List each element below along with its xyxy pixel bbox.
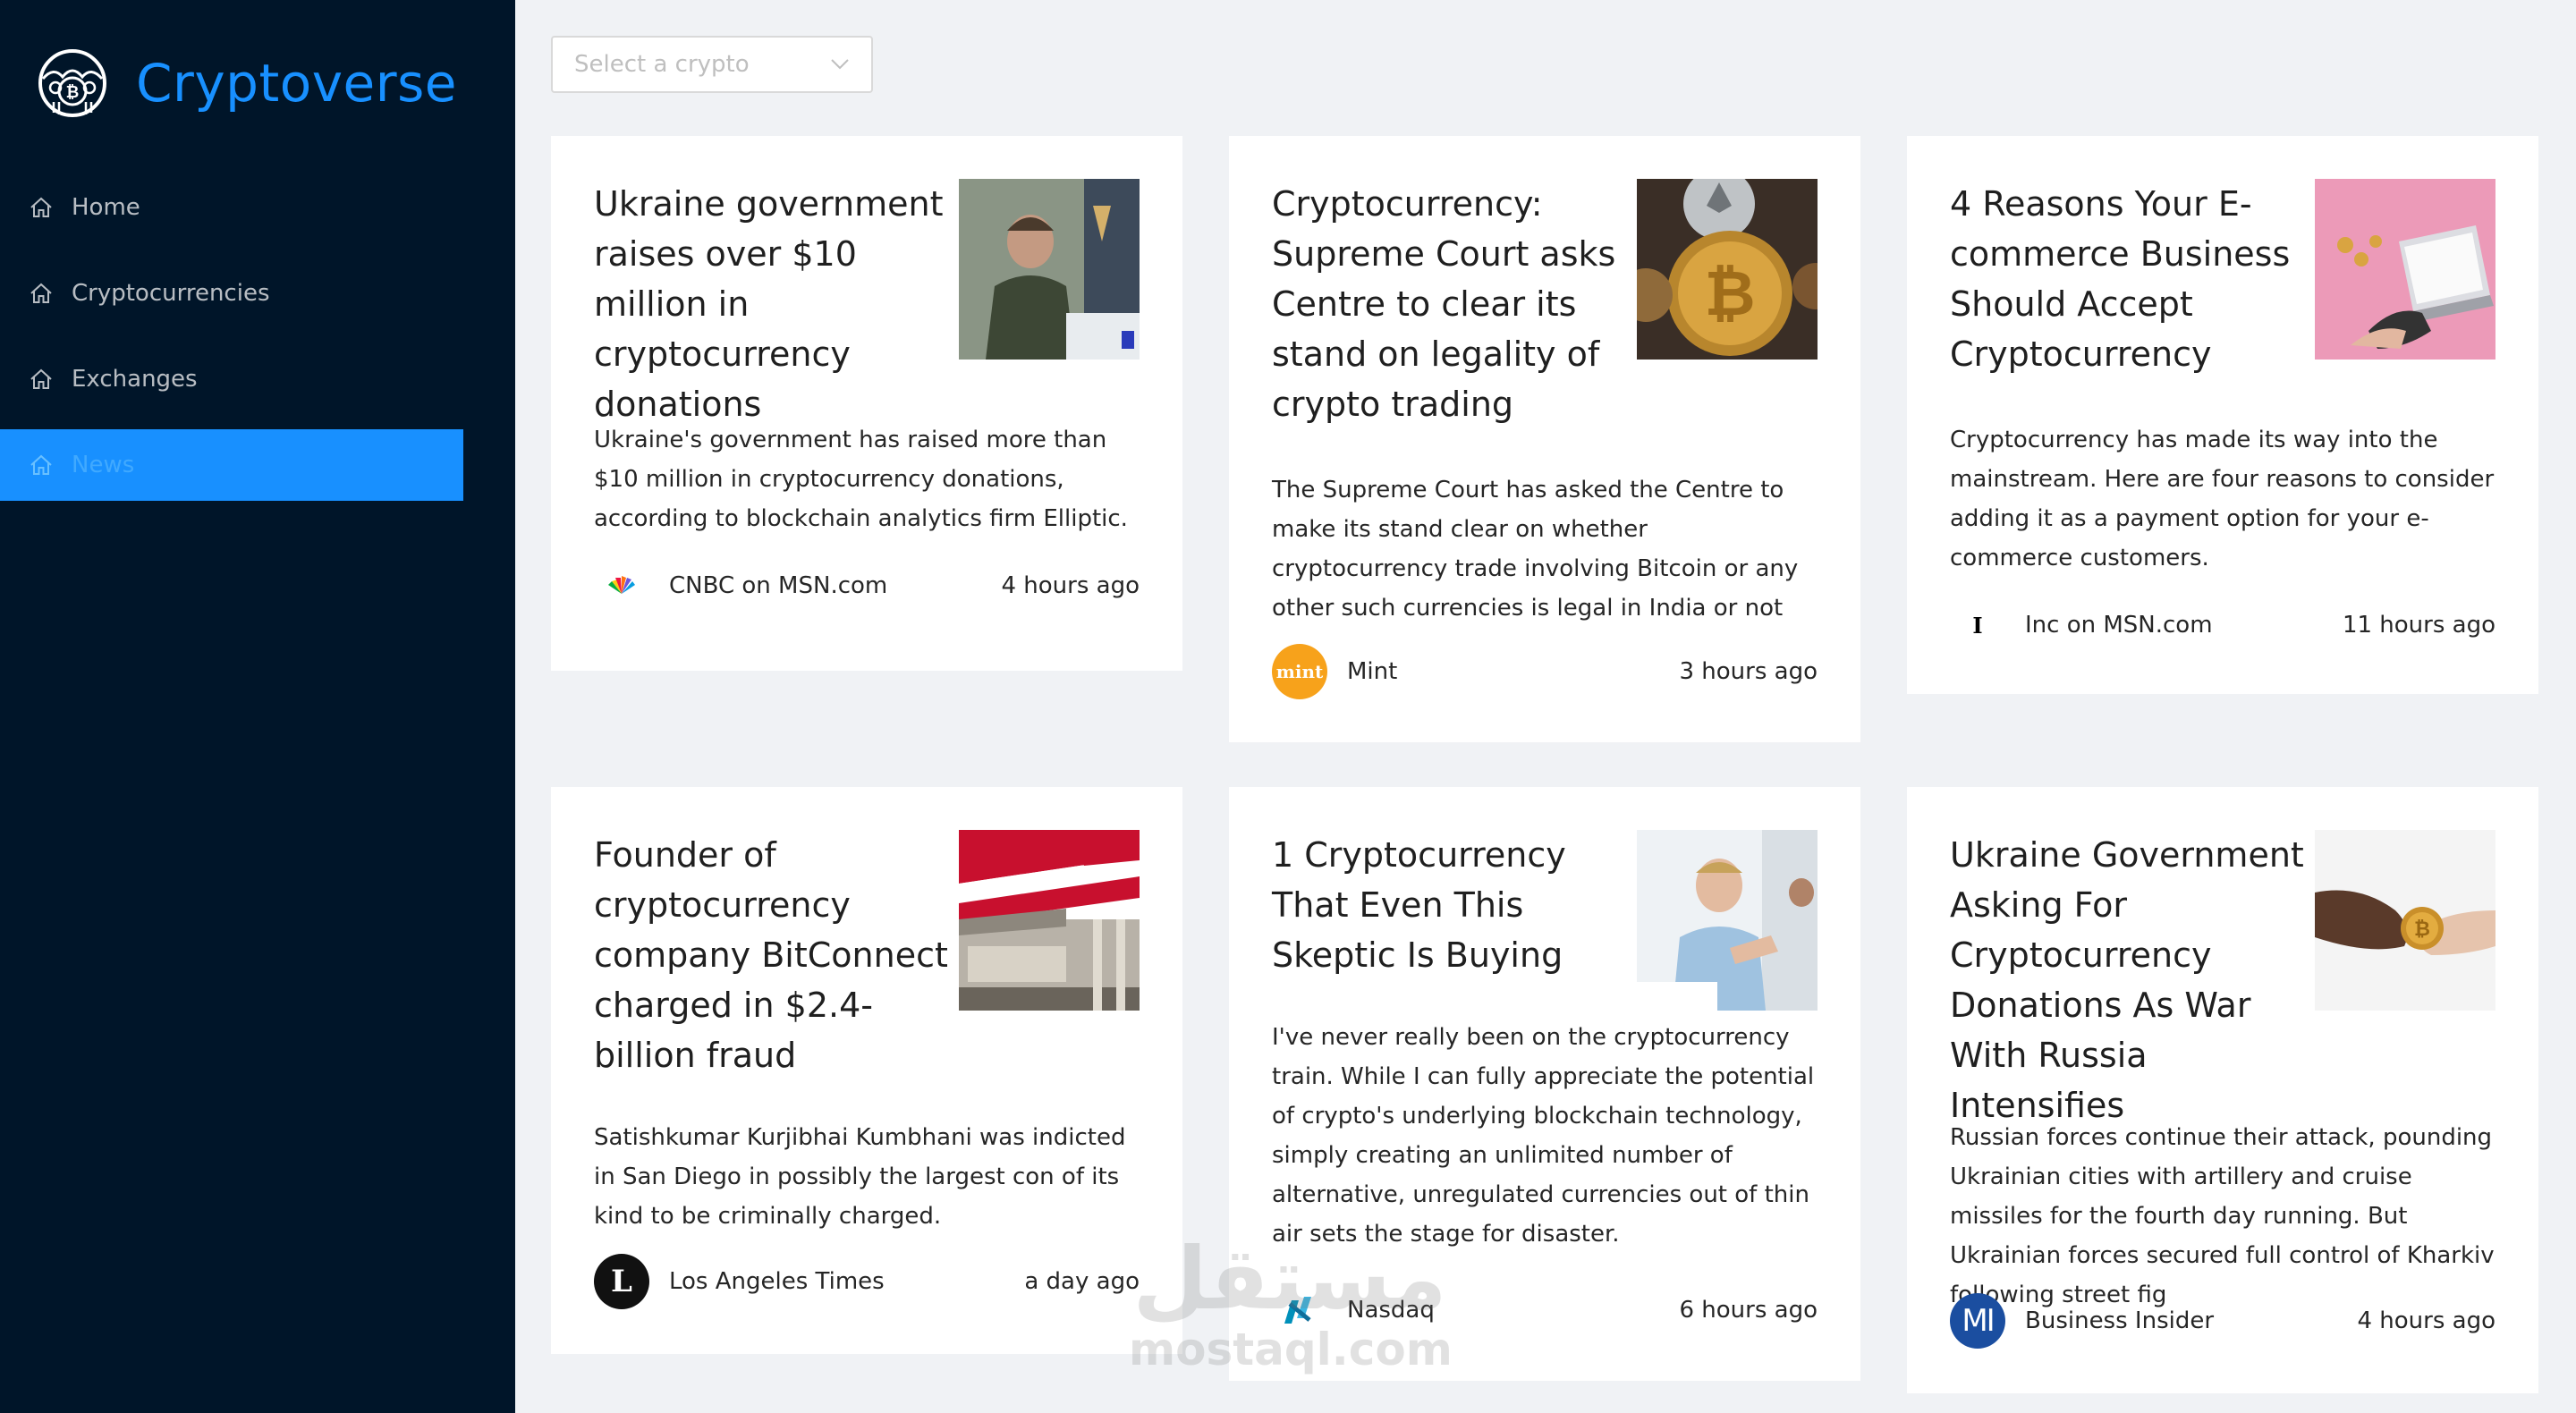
mint-logo-icon: mint <box>1272 644 1327 699</box>
business-insider-logo-icon: MI <box>1950 1293 2005 1349</box>
news-footer: CNBC on MSN.com 4 hours ago <box>594 558 1140 613</box>
home-icon <box>30 454 52 475</box>
news-provider: I Inc on MSN.com <box>1950 597 2213 653</box>
sidebar-item-label: Exchanges <box>72 366 198 393</box>
home-icon <box>30 283 52 303</box>
sidebar-item-news[interactable]: News <box>0 429 463 501</box>
brand[interactable]: ₿ Cryptoverse <box>36 47 457 120</box>
business-insider-logo-text: MI <box>1962 1303 1995 1339</box>
news-card[interactable]: Founder of cryptocurrency company BitCon… <box>551 787 1182 1354</box>
news-provider: CNBC on MSN.com <box>594 558 887 613</box>
svg-text:₿: ₿ <box>1704 257 1755 330</box>
sidebar-item-label: Cryptocurrencies <box>72 280 270 307</box>
svg-text:₿: ₿ <box>2414 918 2430 941</box>
news-provider: Nasdaq <box>1272 1282 1435 1338</box>
news-time: 4 hours ago <box>1001 572 1140 599</box>
news-time: 11 hours ago <box>2342 612 2496 639</box>
news-card[interactable]: Ukraine Government Asking For Cryptocurr… <box>1907 787 2538 1393</box>
mint-logo-text: mint <box>1275 661 1324 682</box>
home-icon <box>30 197 52 217</box>
nbc-peacock-icon <box>594 558 649 613</box>
news-provider: L Los Angeles Times <box>594 1254 885 1309</box>
news-title[interactable]: Ukraine Government Asking For Cryptocurr… <box>1950 830 2315 1130</box>
app-title: Cryptoverse <box>136 53 457 114</box>
news-description: I've never really been on the cryptocurr… <box>1272 1024 1815 1248</box>
news-image[interactable] <box>959 179 1140 360</box>
sidebar-item-label: Home <box>72 194 140 221</box>
crypto-select[interactable]: Select a crypto <box>551 36 873 93</box>
provider-name: Business Insider <box>2025 1307 2215 1334</box>
news-description: Ukraine's government has raised more tha… <box>594 427 1128 532</box>
nasdaq-logo-icon <box>1272 1282 1327 1338</box>
news-title[interactable]: 1 Cryptocurrency That Even This Skeptic … <box>1272 830 1637 980</box>
cryptoverse-logo-icon: ₿ <box>38 49 106 117</box>
inc-logo-icon: I <box>1950 597 2005 653</box>
la-times-logo-icon: L <box>594 1254 649 1309</box>
news-description: Satishkumar Kurjibhai Kumbhani was indic… <box>594 1124 1126 1230</box>
news-card[interactable]: Cryptocurrency: Supreme Court asks Centr… <box>1229 136 1860 742</box>
inc-logo-text: I <box>1972 612 1983 639</box>
news-footer: Nasdaq 6 hours ago <box>1272 1282 1818 1338</box>
sidebar: ₿ Cryptoverse Home Cryptocurrencies Exch… <box>0 0 515 1413</box>
news-description: Cryptocurrency has made its way into the… <box>1950 427 2495 571</box>
news-provider: mint Mint <box>1272 644 1397 699</box>
news-card[interactable]: 1 Cryptocurrency That Even This Skeptic … <box>1229 787 1860 1381</box>
home-icon <box>30 368 52 389</box>
news-title[interactable]: Ukraine government raises over $10 milli… <box>594 179 959 429</box>
news-title[interactable]: Founder of cryptocurrency company BitCon… <box>594 830 959 1080</box>
chevron-down-icon <box>831 59 849 70</box>
crypto-select-placeholder: Select a crypto <box>574 51 750 78</box>
provider-name: Los Angeles Times <box>669 1268 885 1295</box>
sidebar-item-exchanges[interactable]: Exchanges <box>0 343 463 415</box>
sidebar-item-label: News <box>72 452 135 478</box>
sidebar-menu: Home Cryptocurrencies Exchanges News <box>0 172 463 515</box>
news-title[interactable]: 4 Reasons Your E-commerce Business Shoul… <box>1950 179 2315 379</box>
news-title[interactable]: Cryptocurrency: Supreme Court asks Centr… <box>1272 179 1637 429</box>
provider-name: Inc on MSN.com <box>2025 612 2213 639</box>
news-time: 6 hours ago <box>1679 1297 1818 1324</box>
sidebar-item-cryptocurrencies[interactable]: Cryptocurrencies <box>0 258 463 329</box>
news-card[interactable]: Ukraine government raises over $10 milli… <box>551 136 1182 671</box>
la-times-logo-text: L <box>611 1264 632 1299</box>
news-footer: MI Business Insider 4 hours ago <box>1950 1293 2496 1349</box>
news-description: Russian forces continue their attack, po… <box>1950 1124 2495 1308</box>
provider-name: Nasdaq <box>1347 1297 1435 1324</box>
news-card[interactable]: 4 Reasons Your E-commerce Business Shoul… <box>1907 136 2538 694</box>
news-image[interactable] <box>1637 830 1818 1011</box>
news-image[interactable]: ₿ <box>2315 830 2496 1011</box>
news-description: The Supreme Court has asked the Centre t… <box>1272 477 1799 622</box>
news-time: 4 hours ago <box>2357 1307 2496 1334</box>
news-footer: L Los Angeles Times a day ago <box>594 1254 1140 1309</box>
news-footer: I Inc on MSN.com 11 hours ago <box>1950 597 2496 653</box>
news-provider: MI Business Insider <box>1950 1293 2214 1349</box>
news-image[interactable] <box>959 830 1140 1011</box>
svg-text:₿: ₿ <box>66 83 80 102</box>
provider-name: CNBC on MSN.com <box>669 572 888 599</box>
news-footer: mint Mint 3 hours ago <box>1272 644 1818 699</box>
news-image[interactable]: ₿ <box>1637 179 1818 360</box>
news-time: a day ago <box>1024 1268 1140 1295</box>
sidebar-item-home[interactable]: Home <box>0 172 463 243</box>
provider-name: Mint <box>1347 658 1398 685</box>
news-time: 3 hours ago <box>1679 658 1818 685</box>
news-image[interactable] <box>2315 179 2496 360</box>
